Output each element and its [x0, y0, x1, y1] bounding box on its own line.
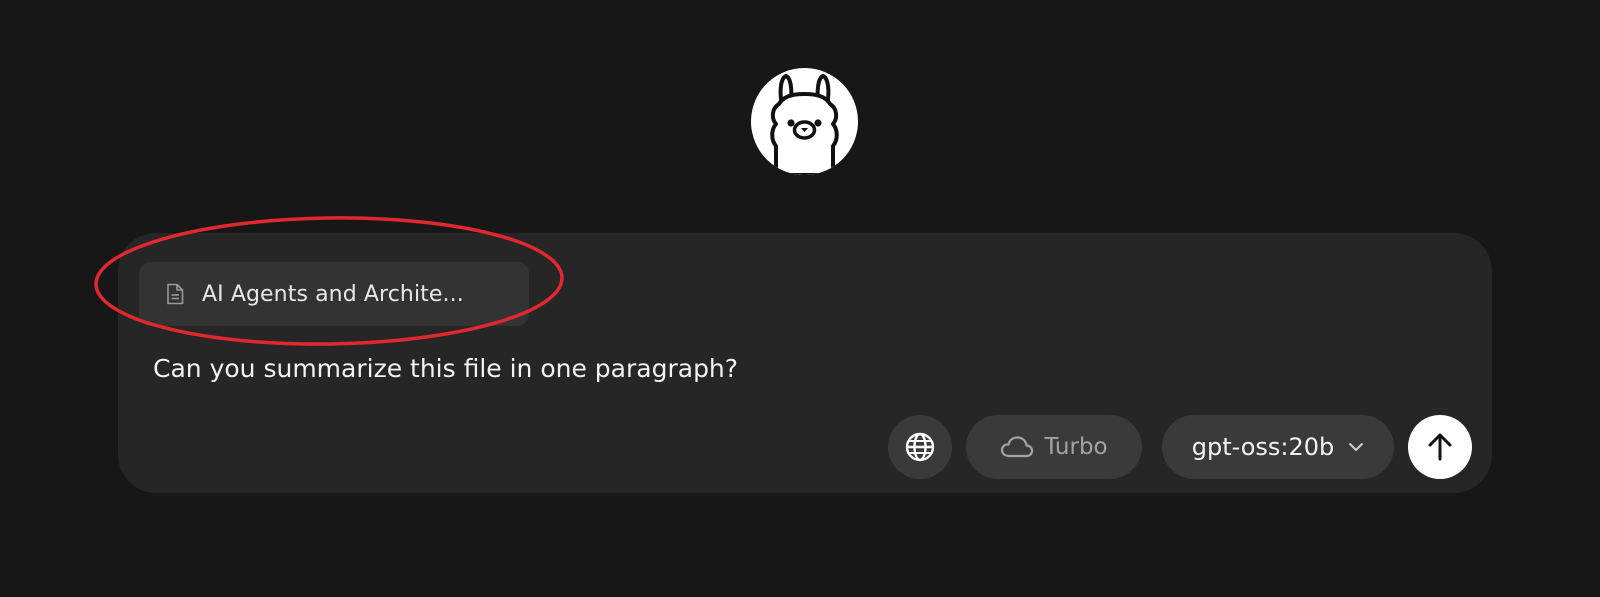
document-icon	[164, 281, 186, 307]
chat-composer: AI Agents and Archite... Can you summari…	[118, 233, 1492, 493]
chevron-down-icon	[1349, 443, 1364, 451]
llama-icon	[770, 74, 839, 175]
attached-file-chip[interactable]: AI Agents and Archite...	[139, 262, 529, 326]
composer-toolbar: Turbo gpt-oss:20b	[888, 415, 1472, 479]
model-label: gpt-oss:20b	[1191, 433, 1335, 461]
cloud-icon	[1001, 436, 1034, 458]
web-search-button[interactable]	[888, 415, 952, 479]
send-button[interactable]	[1408, 415, 1472, 479]
arrow-up-icon	[1428, 433, 1452, 461]
globe-icon	[905, 432, 935, 462]
turbo-label: Turbo	[1044, 434, 1108, 460]
attached-file-name: AI Agents and Archite...	[202, 281, 464, 307]
prompt-input[interactable]: Can you summarize this file in one parag…	[153, 354, 738, 383]
chat-page: AI Agents and Archite... Can you summari…	[0, 0, 1600, 597]
model-selector[interactable]: gpt-oss:20b	[1162, 415, 1394, 479]
turbo-toggle-button[interactable]: Turbo	[966, 415, 1142, 479]
ollama-logo	[751, 68, 858, 175]
